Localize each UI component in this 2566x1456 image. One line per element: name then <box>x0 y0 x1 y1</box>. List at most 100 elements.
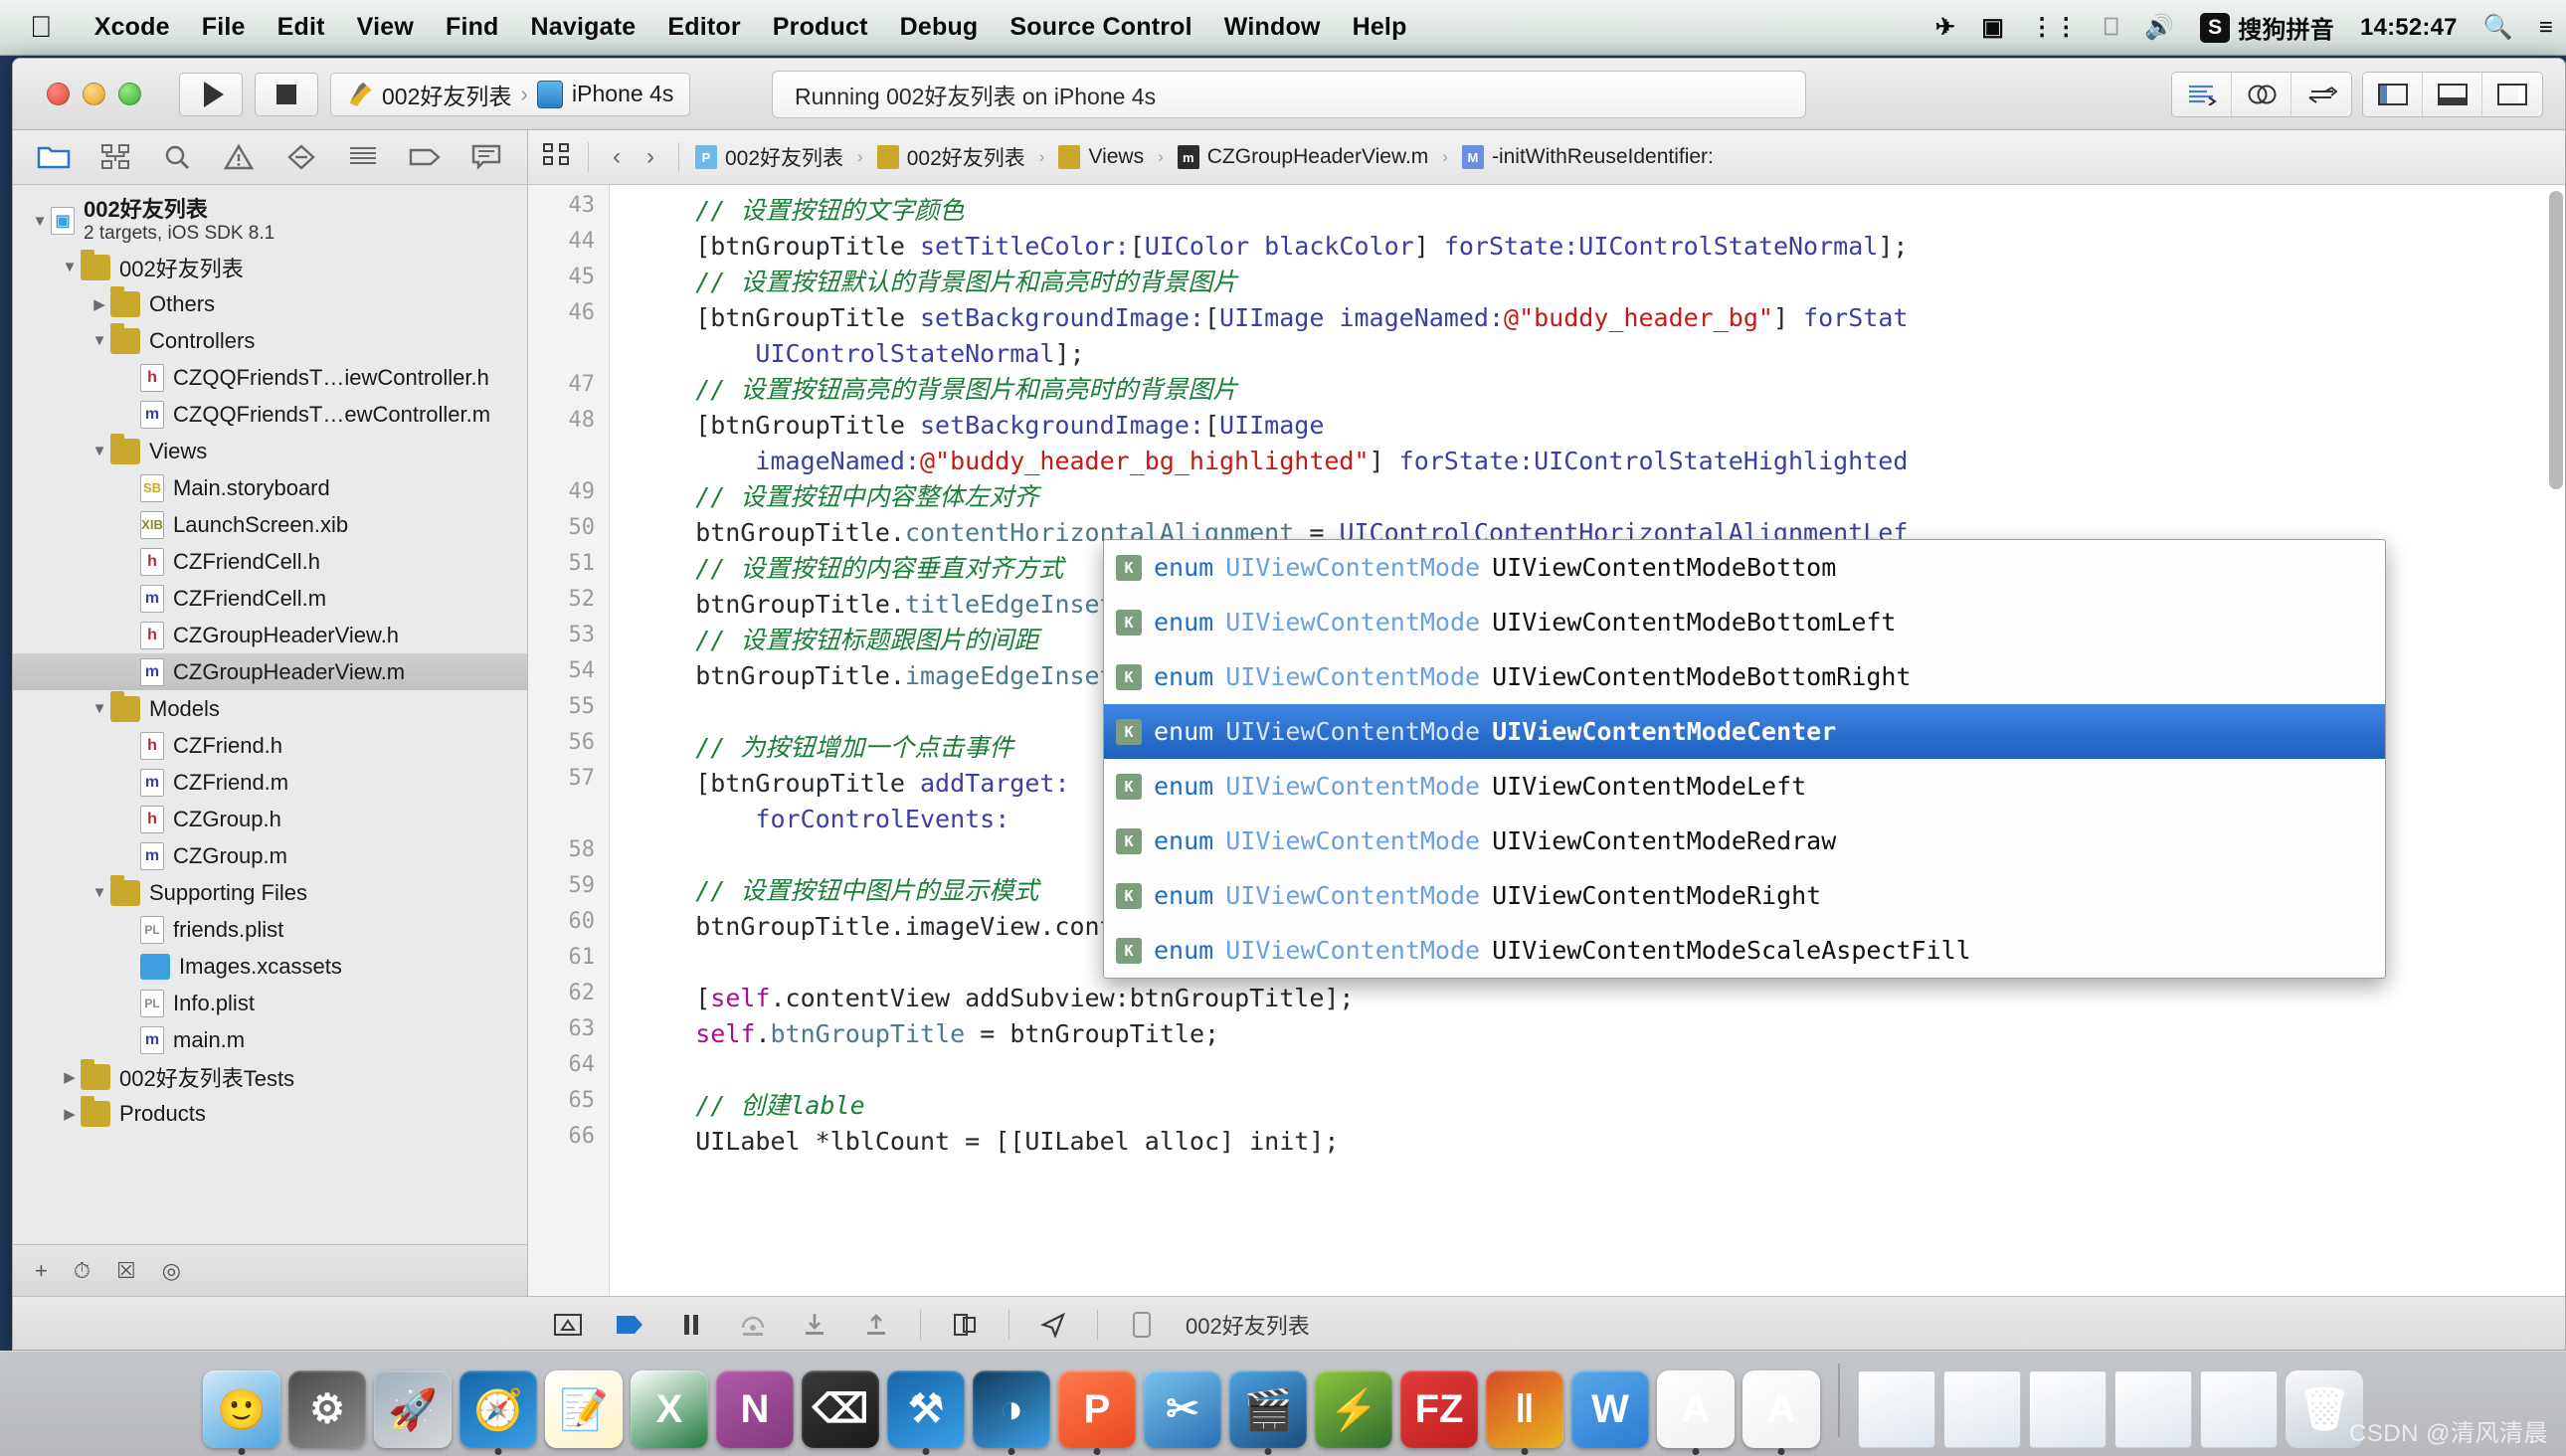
file-tree-row[interactable]: ▼ Views <box>13 433 527 469</box>
menu-item-edit[interactable]: Edit <box>262 13 341 42</box>
file-tree-row[interactable]: m CZGroupHeaderView.m <box>13 653 527 690</box>
file-tree-row[interactable]: XIB LaunchScreen.xib <box>13 506 527 543</box>
breadcrumb-views[interactable]: Views <box>1058 145 1144 169</box>
menu-item-help[interactable]: Help <box>1337 13 1423 42</box>
snipaste-icon[interactable]: ✂ <box>1144 1370 1221 1448</box>
menu-item-find[interactable]: Find <box>430 13 515 42</box>
disclosure-triangle-icon[interactable]: ▼ <box>89 884 110 901</box>
disclosure-triangle-icon[interactable]: ▼ <box>59 259 81 275</box>
input-method-indicator[interactable]: S 搜狗拼音 <box>2187 10 2347 45</box>
step-over-icon[interactable] <box>735 1309 771 1341</box>
file-tree-row[interactable]: h CZGroupHeaderView.h <box>13 617 527 653</box>
file-tree-row[interactable]: ▶ Products <box>13 1095 527 1132</box>
autocomplete-item[interactable]: Kenum UIViewContentMode UIViewContentModeB… <box>1104 649 2385 704</box>
step-into-icon[interactable] <box>797 1309 832 1341</box>
minimized-window-3[interactable] <box>2029 1370 2107 1448</box>
toggle-utilities-button[interactable] <box>2482 72 2542 116</box>
location-simulate-icon[interactable] <box>1035 1309 1071 1341</box>
disclosure-triangle-icon[interactable]: ▼ <box>29 213 51 230</box>
view-toggles-segmented[interactable] <box>2362 71 2543 117</box>
imovie-icon[interactable]: 🎬 <box>1229 1370 1307 1455</box>
minimize-button[interactable] <box>83 83 105 105</box>
file-tree-row[interactable]: h CZGroup.h <box>13 801 527 837</box>
toggle-navigator-button[interactable] <box>2363 72 2423 116</box>
autocomplete-item[interactable]: Kenum UIViewContentMode UIViewContentModeS… <box>1104 923 2385 978</box>
disclosure-triangle-icon[interactable]: ▶ <box>59 1105 81 1123</box>
back-button[interactable]: ‹ <box>605 143 629 171</box>
finder-icon[interactable]: 🙂 <box>203 1370 280 1455</box>
test-navigator-tab[interactable] <box>280 138 322 176</box>
menu-item-file[interactable]: File <box>186 13 262 42</box>
run-button[interactable] <box>179 72 243 116</box>
related-items-icon[interactable] <box>542 141 572 173</box>
file-tree-row[interactable]: h CZFriend.h <box>13 727 527 764</box>
disclosure-triangle-icon[interactable]: ▶ <box>59 1068 81 1086</box>
breadcrumb-group[interactable]: 002好友列表 <box>876 142 1025 172</box>
autocomplete-item[interactable]: Kenum UIViewContentMode UIViewContentModeB… <box>1104 540 2385 595</box>
volume-icon[interactable]: 🔊 <box>2131 13 2187 42</box>
autocomplete-item[interactable]: Kenum UIViewContentMode UIViewContentModeC… <box>1104 704 2385 759</box>
menu-item-product[interactable]: Product <box>757 13 884 42</box>
airplay-icon[interactable]: ⎕ <box>2092 14 2132 42</box>
network-icon[interactable]: ⋮⋮ <box>2017 13 2091 42</box>
stop-button[interactable] <box>255 72 318 116</box>
minimized-window-4[interactable] <box>2114 1370 2192 1448</box>
screen-record-icon[interactable]: ▣ <box>1968 13 2017 42</box>
autocomplete-item[interactable]: Kenum UIViewContentMode UIViewContentModeB… <box>1104 595 2385 649</box>
menu-item-navigate[interactable]: Navigate <box>515 13 652 42</box>
app-store-icon[interactable]: A <box>1657 1370 1735 1455</box>
file-tree-row[interactable]: m CZFriendCell.m <box>13 580 527 617</box>
editor-vertical-scrollbar[interactable] <box>2549 191 2563 489</box>
project-file-tree[interactable]: ▼ ▣ 002好友列表 2 targets, iOS SDK 8.1 ▼ 002好友列表 ▶… <box>13 185 527 1244</box>
thunder-icon[interactable]: ⚡ <box>1315 1370 1392 1448</box>
unsaved-filter-button[interactable]: ☒ <box>116 1258 136 1284</box>
menu-item-editor[interactable]: Editor <box>651 13 756 42</box>
disclosure-triangle-icon[interactable]: ▶ <box>89 295 110 313</box>
view-hierarchy-icon[interactable] <box>947 1309 983 1341</box>
file-tree-row[interactable]: h CZFriendCell.h <box>13 543 527 580</box>
menu-item-window[interactable]: Window <box>1208 13 1337 42</box>
breadcrumb-method[interactable]: M -initWithReuseIdentifier: <box>1461 145 1714 169</box>
app-store-icon-2[interactable]: A <box>1742 1370 1820 1455</box>
file-tree-row[interactable]: PL Info.plist <box>13 985 527 1021</box>
symbol-navigator-tab[interactable] <box>94 138 136 176</box>
file-tree-row[interactable]: ▶ Others <box>13 285 527 322</box>
filezilla-icon[interactable]: FZ <box>1400 1370 1478 1448</box>
recent-filter-button[interactable]: ⏱ <box>74 1258 91 1284</box>
breadcrumb-project[interactable]: P 002好友列表 <box>695 142 843 172</box>
debug-navigator-tab[interactable] <box>342 138 384 176</box>
editor-version-button[interactable] <box>2291 72 2351 116</box>
autocomplete-item[interactable]: Kenum UIViewContentMode UIViewContentModeL… <box>1104 759 2385 814</box>
menu-item-debug[interactable]: Debug <box>884 13 995 42</box>
source-control-filter-button[interactable]: ◎ <box>162 1258 181 1284</box>
breakpoint-navigator-tab[interactable] <box>404 138 446 176</box>
file-tree-row[interactable]: ▼ ▣ 002好友列表 2 targets, iOS SDK 8.1 <box>13 193 527 249</box>
file-tree-row[interactable]: m CZFriend.m <box>13 764 527 801</box>
menu-item-xcode[interactable]: Xcode <box>79 13 186 42</box>
safari-icon[interactable]: 🧭 <box>459 1370 537 1455</box>
step-out-icon[interactable] <box>858 1309 894 1341</box>
system-preferences-icon[interactable]: ⚙ <box>288 1370 366 1448</box>
continue-icon[interactable] <box>612 1309 647 1341</box>
apple-menu-icon[interactable]:  <box>30 11 53 45</box>
find-navigator-tab[interactable] <box>156 138 198 176</box>
menu-bar-clock[interactable]: 14:52:47 <box>2347 14 2471 42</box>
file-tree-row[interactable]: Images.xcassets <box>13 948 527 985</box>
window-controls[interactable] <box>47 83 141 105</box>
file-tree-row[interactable]: m CZGroup.m <box>13 837 527 874</box>
file-tree-row[interactable]: ▼ Controllers <box>13 322 527 359</box>
disclosure-triangle-icon[interactable]: ▼ <box>89 332 110 349</box>
minimized-window-2[interactable] <box>1943 1370 2021 1448</box>
file-tree-row[interactable]: m main.m <box>13 1021 527 1058</box>
zoom-button[interactable] <box>118 83 141 105</box>
launchpad-icon[interactable]: 🚀 <box>374 1370 452 1448</box>
file-tree-row[interactable]: ▼ 002好友列表 <box>13 249 527 285</box>
toggle-debug-button[interactable] <box>2423 72 2482 116</box>
file-tree-row[interactable]: ▶ 002好友列表Tests <box>13 1058 527 1095</box>
editor-mode-segmented[interactable] <box>2171 71 2352 117</box>
file-tree-row[interactable]: m CZQQFriendsT…ewController.m <box>13 396 527 433</box>
scheme-selector[interactable]: 002好友列表 › iPhone 4s <box>330 72 691 116</box>
file-tree-row[interactable]: ▼ Supporting Files <box>13 874 527 911</box>
editor-standard-button[interactable] <box>2172 72 2232 116</box>
hide-debug-area-icon[interactable] <box>550 1309 586 1341</box>
